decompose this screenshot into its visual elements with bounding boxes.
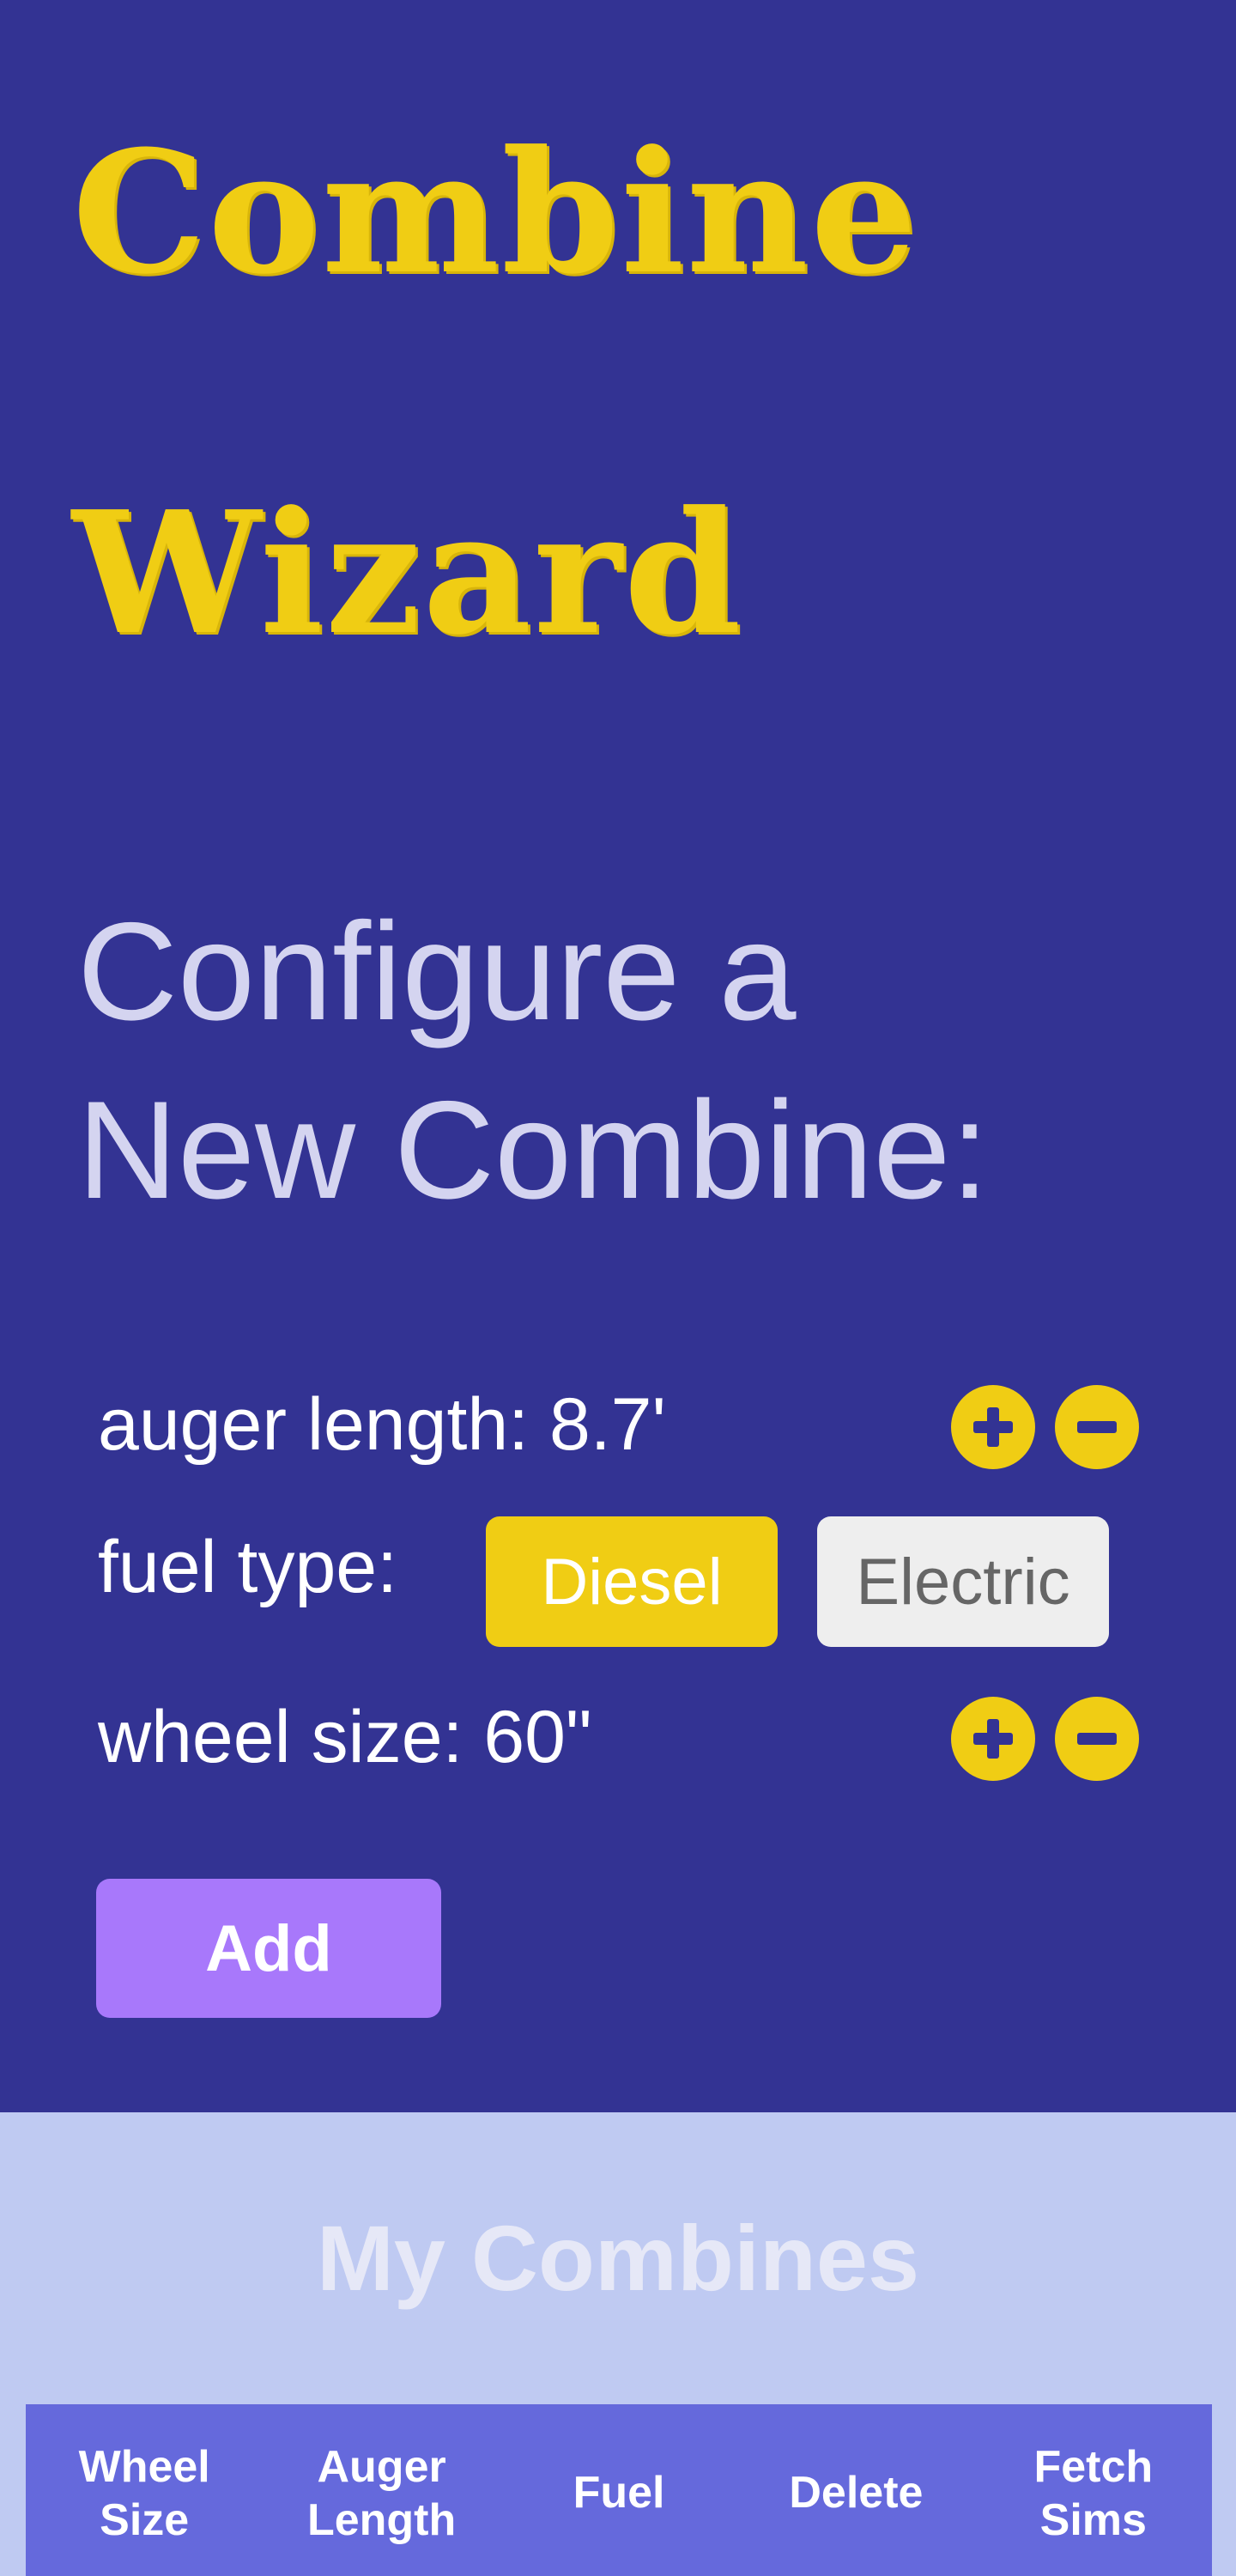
configure-panel: Combine Wizard Configure a New Combine: …: [0, 0, 1236, 2112]
plus-icon: [973, 1719, 1013, 1759]
fuel-type-label: fuel type:: [98, 1526, 397, 1608]
wheel-decrease-button[interactable]: [1055, 1697, 1139, 1781]
column-header-auger-length: Auger Length: [306, 2442, 457, 2545]
column-header-fuel: Fuel: [573, 2468, 665, 2518]
fuel-option-electric[interactable]: Electric: [817, 1516, 1109, 1647]
fuel-option-diesel[interactable]: Diesel: [486, 1516, 778, 1647]
configure-heading-line-1: Configure a: [77, 894, 797, 1049]
wheel-size-label: wheel size: 60": [98, 1696, 592, 1778]
column-header-fetch-sims: Fetch Sims: [1033, 2442, 1154, 2545]
auger-increase-button[interactable]: [951, 1385, 1035, 1469]
auger-length-label: auger length: 8.7': [98, 1383, 666, 1466]
combines-table-header: Wheel Size Auger Length Fuel Delete Fetc…: [26, 2404, 1212, 2576]
my-combines-title: My Combines: [316, 2206, 920, 2310]
add-button[interactable]: Add: [96, 1879, 441, 2018]
auger-decrease-button[interactable]: [1055, 1385, 1139, 1469]
minus-icon: [1077, 1421, 1117, 1433]
minus-icon: [1077, 1733, 1117, 1745]
app-title-line-1: Combine: [72, 114, 919, 312]
column-header-delete: Delete: [789, 2468, 924, 2518]
configure-heading-line-2: New Combine:: [77, 1072, 990, 1228]
app-title-line-2: Wizard: [72, 475, 743, 672]
wheel-increase-button[interactable]: [951, 1697, 1035, 1781]
configure-heading: Configure a New Combine:: [77, 883, 1193, 1240]
plus-icon: [973, 1407, 1013, 1447]
column-header-wheel-size: Wheel Size: [78, 2442, 210, 2545]
